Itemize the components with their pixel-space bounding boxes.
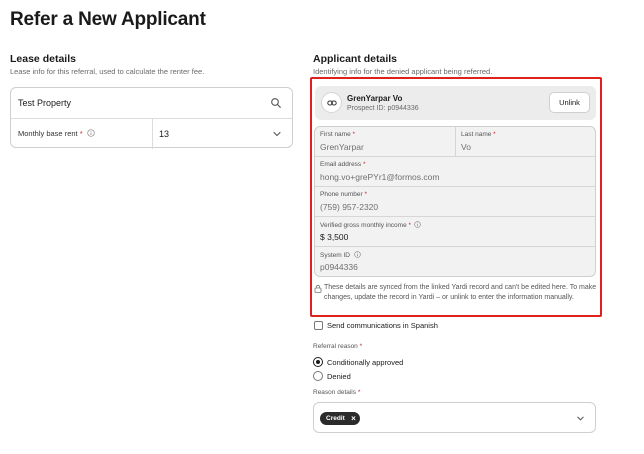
info-icon[interactable] — [86, 129, 95, 137]
first-name-label: First name * — [320, 131, 356, 138]
unlink-button[interactable]: Unlink — [549, 92, 590, 113]
email-field[interactable]: Email address * hong.vo+grePYr1@formos.c… — [315, 157, 595, 187]
chevron-down-icon[interactable] — [272, 129, 282, 139]
phone-label: Phone number * — [320, 191, 367, 198]
property-value: Test Property — [18, 98, 72, 108]
info-icon[interactable] — [414, 221, 421, 228]
reason-details-label: Reason details * — [313, 389, 361, 396]
page-title: Refer a New Applicant — [10, 9, 206, 30]
required-marker: * — [79, 129, 83, 138]
phone-field[interactable]: Phone number * (759) 957-2320 — [315, 187, 595, 217]
email-value: hong.vo+grePYr1@formos.com — [320, 172, 440, 182]
divider — [152, 119, 153, 149]
lease-section-title: Lease details — [10, 53, 76, 65]
link-icon — [327, 100, 337, 106]
first-name-value: GrenYarpar — [320, 142, 364, 152]
system-id-field: System ID p0944336 — [315, 247, 595, 276]
income-field[interactable]: Verified gross monthly income * $ 3,500 — [315, 217, 595, 247]
system-id-value: p0944336 — [320, 262, 358, 272]
linked-prospect-id: Prospect ID: p0944336 — [347, 105, 419, 112]
applicant-section-subtitle: Identifying info for the denied applican… — [313, 67, 493, 76]
property-search-field[interactable]: Test Property — [11, 88, 292, 119]
reason-chip-credit: Credit × — [320, 412, 360, 425]
income-value: $ 3,500 — [320, 232, 349, 242]
lock-icon — [314, 284, 322, 293]
applicant-fields-card: First name * GrenYarpar Last name * Vo E… — [314, 126, 596, 277]
last-name-label: Last name * — [461, 131, 496, 138]
spanish-checkbox-label: Send communications in Spanish — [327, 321, 438, 330]
linked-record-card: GrenYarpar Vo Prospect ID: p0944336 Unli… — [315, 86, 596, 120]
monthly-rent-value[interactable]: 13 — [159, 129, 169, 139]
radio-label: Conditionally approved — [327, 358, 404, 367]
radio-label: Denied — [327, 372, 351, 381]
radio-button[interactable] — [313, 371, 323, 381]
reason-details-select[interactable]: Credit × — [313, 402, 596, 433]
spanish-checkbox[interactable] — [314, 321, 323, 330]
monthly-rent-row: Monthly base rent * 13 — [11, 119, 292, 149]
email-label: Email address * — [320, 161, 366, 168]
chevron-down-icon[interactable] — [576, 414, 585, 423]
phone-value: (759) 957-2320 — [320, 202, 379, 212]
system-id-label: System ID — [320, 251, 361, 259]
lease-section-subtitle: Lease info for this referral, used to ca… — [10, 67, 205, 76]
info-icon[interactable] — [354, 251, 361, 258]
sync-note-text: These details are synced from the linked… — [324, 284, 597, 301]
radio-button[interactable] — [313, 357, 323, 367]
chip-remove-icon[interactable]: × — [351, 412, 356, 425]
lease-card: Test Property Monthly base rent * 13 — [10, 87, 293, 149]
applicant-section-title: Applicant details — [313, 53, 398, 65]
last-name-value: Vo — [461, 142, 471, 152]
referral-reason-label: Referral reason * — [313, 343, 363, 350]
linked-applicant-name: GrenYarpar Vo — [347, 94, 403, 103]
search-icon[interactable] — [270, 97, 282, 109]
income-label: Verified gross monthly income * — [320, 221, 421, 229]
monthly-rent-label: Monthly base rent * — [18, 129, 95, 138]
link-badge — [321, 92, 342, 113]
divider — [455, 127, 456, 157]
name-row: First name * GrenYarpar Last name * Vo — [315, 127, 595, 157]
